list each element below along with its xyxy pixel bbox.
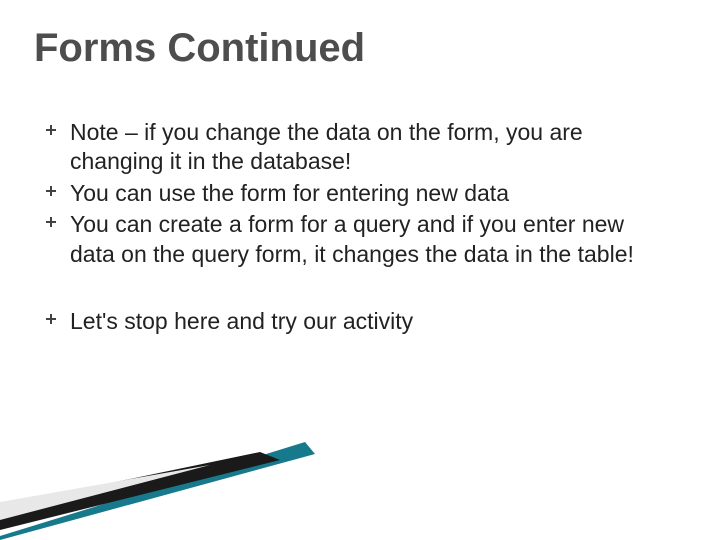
spacer — [40, 271, 660, 307]
bullet-list-2: Let's stop here and try our activity — [40, 307, 660, 336]
decorative-wedge-icon — [0, 420, 720, 540]
bullet-list: Note – if you change the data on the for… — [40, 118, 660, 269]
list-item: You can use the form for entering new da… — [40, 179, 660, 208]
slide-title: Forms Continued — [34, 26, 365, 71]
bullet-text: Note – if you change the data on the for… — [70, 119, 583, 174]
bullet-text: You can use the form for entering new da… — [70, 180, 509, 206]
list-item: Let's stop here and try our activity — [40, 307, 660, 336]
bullet-text: You can create a form for a query and if… — [70, 211, 634, 266]
bullet-text: Let's stop here and try our activity — [70, 308, 413, 334]
slide-body: Note – if you change the data on the for… — [40, 118, 660, 339]
list-item: Note – if you change the data on the for… — [40, 118, 660, 177]
list-item: You can create a form for a query and if… — [40, 210, 660, 269]
